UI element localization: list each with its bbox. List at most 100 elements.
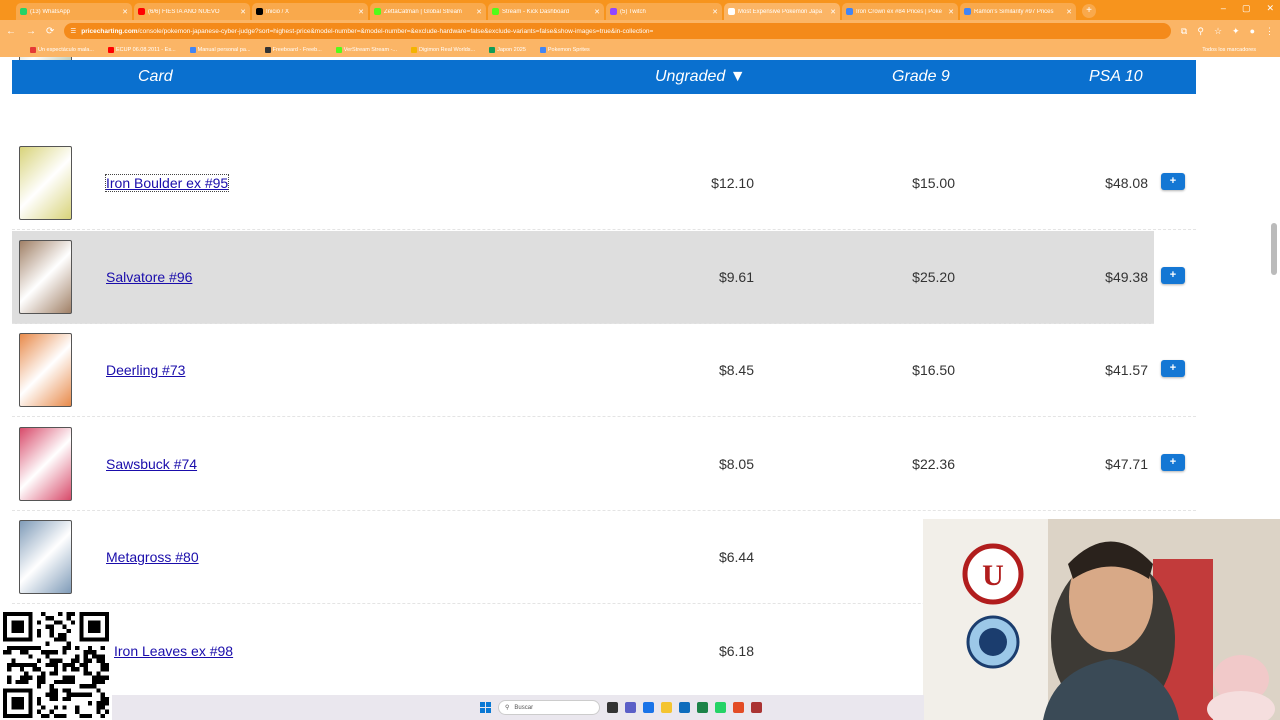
tab-close-icon[interactable]: ✕ xyxy=(712,8,718,16)
teams-icon[interactable] xyxy=(625,702,636,713)
install-icon[interactable]: ⧉ xyxy=(1181,26,1187,37)
task-view-icon[interactable] xyxy=(607,702,618,713)
bookmark-item[interactable]: Manual personal pa... xyxy=(189,46,251,53)
windows-start-icon[interactable] xyxy=(480,702,491,713)
price-ungraded: $6.18 xyxy=(718,643,754,659)
card-image[interactable] xyxy=(19,333,72,407)
header-ungraded[interactable]: Ungraded ▼ xyxy=(655,68,746,86)
card-name-link[interactable]: Salvatore #96 xyxy=(106,269,192,285)
edge-icon[interactable] xyxy=(643,702,654,713)
tab-close-icon[interactable]: ✕ xyxy=(122,8,128,16)
maximize-icon[interactable]: ▢ xyxy=(1242,3,1251,14)
price-grade9: $22.36 xyxy=(912,456,955,472)
price-ungraded: $9.61 xyxy=(718,269,754,285)
new-tab-button[interactable]: + xyxy=(1082,4,1096,18)
profile-icon[interactable]: ● xyxy=(1250,26,1255,37)
forward-icon[interactable]: → xyxy=(26,26,36,37)
price-grade9: $16.50 xyxy=(912,362,955,378)
tab-close-icon[interactable]: ✕ xyxy=(830,8,836,16)
store-icon[interactable] xyxy=(679,702,690,713)
browser-tab[interactable]: Ramon's Similarity #97 Prices ✕ xyxy=(960,3,1076,20)
card-image[interactable] xyxy=(19,146,72,220)
zoom-icon[interactable]: ⚲ xyxy=(1197,26,1204,37)
bookmark-item[interactable]: Un espectáculo mala... xyxy=(30,46,94,53)
add-to-collection-button[interactable]: + xyxy=(1161,173,1185,190)
bookmark-item[interactable]: VerStream Stream -... xyxy=(335,46,397,53)
add-to-collection-button[interactable]: + xyxy=(1161,267,1185,284)
price-ungraded: $6.44 xyxy=(718,549,754,565)
card-image[interactable] xyxy=(19,427,72,501)
bookmark-label: Japon 2025 xyxy=(497,46,526,53)
add-to-collection-button[interactable]: + xyxy=(1161,360,1185,377)
browser-tab-strip: (13) WhatsApp ✕ (6/6) FIESTA AÑO NUEVO ✕ Ini… xyxy=(0,0,1280,20)
browser-tab[interactable]: (13) WhatsApp ✕ xyxy=(16,3,132,20)
whatsapp-icon[interactable] xyxy=(715,702,726,713)
site-info-icon[interactable]: ☰ xyxy=(70,27,76,35)
bookmark-label: Digimon Real Worlds... xyxy=(418,46,476,53)
search-icon: ⚲ xyxy=(505,705,510,711)
price-psa10: $48.08 xyxy=(1105,175,1148,191)
bookmark-item[interactable]: ECUP 06.08.2011 - Es... xyxy=(107,46,176,53)
file-explorer-icon[interactable] xyxy=(661,702,672,713)
scrollbar-thumb[interactable] xyxy=(1271,223,1277,275)
window-controls: – ▢ ✕ xyxy=(1221,3,1274,14)
browser-tab[interactable]: Stream - Kick Dashboard ✕ xyxy=(488,3,604,20)
card-name-link[interactable]: Iron Leaves ex #98 xyxy=(114,643,233,659)
tab-close-icon[interactable]: ✕ xyxy=(594,8,600,16)
tab-favicon-icon xyxy=(964,8,971,15)
card-name-link[interactable]: Metagross #80 xyxy=(106,549,199,565)
card-image[interactable] xyxy=(19,240,72,314)
webcam-overlay: U xyxy=(923,519,1280,720)
price-psa10: $41.57 xyxy=(1105,362,1148,378)
bookmark-item[interactable]: Freeboard - Freeb... xyxy=(264,46,322,53)
tab-favicon-icon xyxy=(492,8,499,15)
bookmark-label: Un espectáculo mala... xyxy=(38,46,94,53)
browser-tab[interactable]: (5) Twitch ✕ xyxy=(606,3,722,20)
table-row: Iron Boulder ex #95 $12.10 $15.00 $48.08… xyxy=(12,137,1196,230)
tab-close-icon[interactable]: ✕ xyxy=(358,8,364,16)
chrome-icon[interactable] xyxy=(733,702,744,713)
tab-favicon-icon xyxy=(20,8,27,15)
card-name-link[interactable]: Deerling #73 xyxy=(106,362,185,378)
browser-tab[interactable]: Inicio / X ✕ xyxy=(252,3,368,20)
bookmark-favicon-icon xyxy=(30,46,36,53)
browser-toolbar: ← → ⟳ ☰ pricecharting.com/console/pokemo… xyxy=(0,20,1280,42)
card-image[interactable] xyxy=(19,520,72,594)
back-icon[interactable]: ← xyxy=(6,26,16,37)
browser-tab[interactable]: Most Expensive Pokemon Japa ✕ xyxy=(724,3,840,20)
tab-close-icon[interactable]: ✕ xyxy=(240,8,246,16)
tab-favicon-icon xyxy=(846,8,853,15)
add-to-collection-button[interactable]: + xyxy=(1161,454,1185,471)
bookmark-item[interactable]: Digimon Real Worlds... xyxy=(410,46,476,53)
tab-close-icon[interactable]: ✕ xyxy=(476,8,482,16)
tab-close-icon[interactable]: ✕ xyxy=(1066,8,1072,16)
tab-close-icon[interactable]: ✕ xyxy=(948,8,954,16)
tab-title: (13) WhatsApp xyxy=(30,8,71,15)
header-psa10[interactable]: PSA 10 xyxy=(1089,68,1143,86)
excel-icon[interactable] xyxy=(697,702,708,713)
menu-icon[interactable]: ⋮ xyxy=(1265,26,1274,37)
card-name-link[interactable]: Iron Boulder ex #95 xyxy=(104,174,230,192)
close-icon[interactable]: ✕ xyxy=(1266,3,1274,14)
bookmark-favicon-icon xyxy=(264,46,271,53)
table-row: Salvatore #96 $9.61 $25.20 $49.38 + xyxy=(12,231,1185,324)
header-grade9[interactable]: Grade 9 xyxy=(892,68,950,86)
bookmark-item[interactable]: Pokemon Sprites xyxy=(539,46,590,53)
app-icon[interactable] xyxy=(751,702,762,713)
bookmark-favicon-icon xyxy=(107,46,114,53)
tab-favicon-icon xyxy=(728,8,735,15)
card-name-link[interactable]: Sawsbuck #74 xyxy=(106,456,197,472)
minimize-icon[interactable]: – xyxy=(1221,3,1226,14)
taskbar-search[interactable]: ⚲ Buscar xyxy=(498,700,600,715)
extensions-icon[interactable]: ✦ xyxy=(1232,26,1240,37)
bookmark-star-icon[interactable]: ☆ xyxy=(1214,26,1222,37)
header-card[interactable]: Card xyxy=(138,68,173,86)
browser-tab[interactable]: ZettaCatman | Global Stream ✕ xyxy=(370,3,486,20)
browser-tab[interactable]: (6/6) FIESTA AÑO NUEVO ✕ xyxy=(134,3,250,20)
bookmark-item[interactable]: Japon 2025 xyxy=(489,46,526,53)
all-bookmarks-link[interactable]: Todos los marcadores xyxy=(1202,47,1256,53)
svg-text:U: U xyxy=(982,559,1004,592)
address-bar[interactable]: ☰ pricecharting.com/console/pokemon-japa… xyxy=(64,23,1171,39)
browser-tab[interactable]: Iron Crown ex #84 Prices | Poke ✕ xyxy=(842,3,958,20)
reload-icon[interactable]: ⟳ xyxy=(46,26,54,37)
